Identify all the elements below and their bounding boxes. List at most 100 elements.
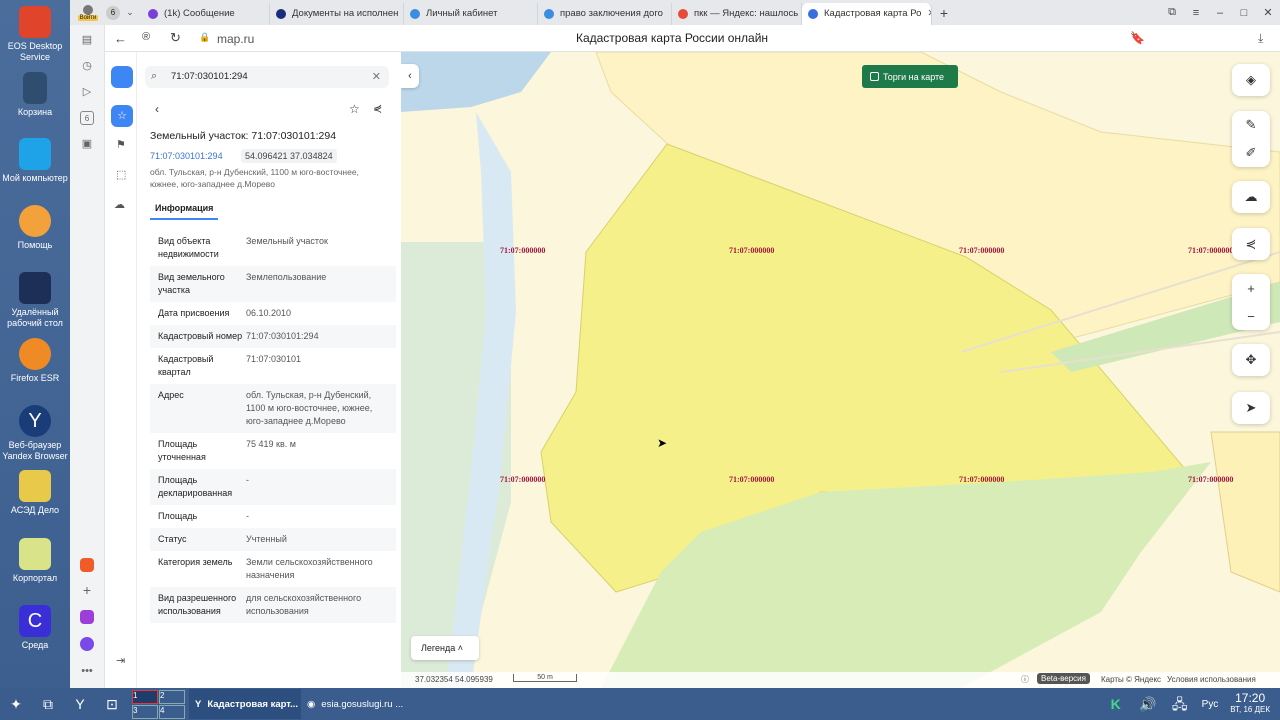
close-window-button[interactable]: ✕ bbox=[1256, 6, 1280, 19]
select-area-icon[interactable]: ⬚ bbox=[116, 168, 126, 181]
reload-icon[interactable]: ↻ bbox=[170, 30, 181, 46]
desktop-icon-delo[interactable]: АСЭД Дело bbox=[0, 470, 70, 516]
scale-bar: 50 m bbox=[513, 674, 577, 682]
protect-icon[interactable]: ® bbox=[142, 31, 150, 43]
desktop-icon-remote[interactable]: Удалённый рабочий стол bbox=[0, 272, 70, 329]
sidebar-music-icon[interactable] bbox=[80, 610, 94, 624]
desktop-icon-computer[interactable]: Мой компьютер bbox=[0, 138, 70, 184]
pencil-icon[interactable]: ✎ bbox=[1246, 117, 1257, 133]
kaspersky-icon[interactable]: K bbox=[1104, 692, 1128, 716]
flag-icon[interactable]: ⚑ bbox=[116, 138, 126, 151]
windows-icon[interactable]: ⧉ bbox=[36, 692, 60, 716]
clear-search-icon[interactable]: ✕ bbox=[372, 70, 381, 83]
tab-documents[interactable]: Документы на исполнен bbox=[270, 2, 404, 25]
cursor-coords: 37.032354 54.095939 bbox=[415, 675, 493, 684]
upload-button[interactable]: ☁ bbox=[1232, 181, 1270, 213]
layers-button[interactable]: ◈ bbox=[1232, 64, 1270, 96]
page-title: Кадастровая карта России онлайн bbox=[575, 31, 769, 45]
draw-tools[interactable]: ✎ ✐ bbox=[1232, 111, 1270, 167]
chevron-up-icon: ˄ bbox=[457, 643, 464, 653]
favorites-icon[interactable]: ☆ bbox=[111, 105, 133, 127]
back-icon[interactable]: ← bbox=[114, 31, 127, 46]
yandex-taskbar-icon[interactable]: Y bbox=[68, 692, 92, 716]
search-box[interactable]: ⌕ 71:07:030101:294 ✕ bbox=[145, 66, 389, 88]
taskbar-window-cadastre[interactable]: Y Кадастровая карт... bbox=[189, 689, 301, 719]
auction-toggle[interactable]: Торги на карте bbox=[862, 65, 958, 88]
tab-cabinet[interactable]: Личный кабинет bbox=[404, 2, 538, 25]
back-arrow-icon[interactable]: ‹ bbox=[155, 102, 159, 116]
download-icon[interactable]: ⤓ bbox=[1258, 31, 1263, 46]
info-icon[interactable]: ⓘ bbox=[1021, 674, 1029, 685]
desktop-icon-help[interactable]: Помощь bbox=[0, 205, 70, 251]
locate-button[interactable]: ➤ bbox=[1232, 392, 1270, 424]
tab-rights[interactable]: право заключения дого bbox=[538, 2, 672, 25]
sidebar-doc-icon[interactable]: ▤ bbox=[80, 33, 94, 47]
tab-yandex-search[interactable]: пкк — Яндекс: нашлось bbox=[672, 2, 802, 25]
network-icon[interactable]: 🖧 bbox=[1168, 692, 1192, 716]
new-tab-button[interactable]: + bbox=[932, 5, 956, 21]
checkbox-icon[interactable] bbox=[870, 72, 879, 81]
sidebar-clock-icon[interactable]: ◷ bbox=[80, 59, 94, 73]
sidebar-badge-icon[interactable]: 6 bbox=[80, 111, 94, 125]
share-map-button[interactable]: ⋞ bbox=[1232, 228, 1270, 260]
edit-icon[interactable]: ✐ bbox=[1246, 145, 1257, 161]
workspace-switcher[interactable]: 1 2 3 4 bbox=[132, 689, 185, 719]
zoom-in-icon[interactable]: + bbox=[1247, 281, 1255, 296]
desktop-icon-sreda[interactable]: C Среда bbox=[0, 605, 70, 651]
sidebar-play-icon[interactable]: ▷ bbox=[80, 85, 94, 99]
menu-icon[interactable]: ≡ bbox=[1184, 7, 1208, 19]
sidebar-image-icon[interactable]: ▣ bbox=[80, 137, 94, 151]
sidebar-app-icon[interactable] bbox=[80, 558, 94, 572]
coords-chip[interactable]: 54.096421 37.034824 bbox=[241, 149, 337, 163]
tabs-dropdown-icon[interactable]: ⌄ bbox=[122, 7, 138, 18]
quarter-label: 71:07:000000 bbox=[1188, 246, 1234, 255]
lock-icon: 🔒 bbox=[199, 32, 211, 42]
tab-cadastre[interactable]: Кадастровая карта Ро✕ bbox=[802, 2, 932, 25]
bookmarks-icon[interactable]: ⧉ bbox=[1160, 6, 1184, 19]
cloud-icon[interactable]: ☁ bbox=[114, 198, 125, 211]
profile-button[interactable]: Войти bbox=[70, 0, 106, 25]
browser-sidebar: ▤ ◷ ▷ 6 ▣ + ••• bbox=[70, 25, 105, 688]
attribute-row: Вид объекта недвижимости Земельный участо… bbox=[150, 230, 396, 266]
desktop-icon-eos[interactable]: EOS Desktop Service bbox=[0, 6, 70, 63]
search-input[interactable]: 71:07:030101:294 bbox=[171, 71, 248, 82]
taskbar-window-esia[interactable]: ◉ esia.gosuslugi.ru ... bbox=[301, 689, 413, 719]
collapse-panel-button[interactable]: ‹ bbox=[401, 64, 419, 88]
minimize-button[interactable]: – bbox=[1208, 7, 1232, 19]
language-indicator[interactable]: Рус bbox=[1202, 699, 1219, 710]
app-logo-icon[interactable] bbox=[111, 66, 133, 88]
bookmark-icon[interactable]: 🔖 bbox=[1130, 31, 1145, 45]
sidebar-alice-icon[interactable] bbox=[80, 637, 94, 651]
cabinet-icon bbox=[410, 8, 420, 19]
desktop-icon-firefox[interactable]: Firefox ESR bbox=[0, 338, 70, 384]
tab-count-badge[interactable]: 6 bbox=[106, 5, 120, 20]
tab-message[interactable]: (1k) Сообщение bbox=[142, 2, 270, 25]
star-icon[interactable]: ☆ bbox=[349, 102, 360, 116]
attribute-row: Площадь - bbox=[150, 505, 396, 528]
screenshot-icon[interactable]: ⊡ bbox=[100, 692, 124, 716]
desktop-icon-portal[interactable]: Корпортал bbox=[0, 538, 70, 584]
pan-button[interactable]: ✥ bbox=[1232, 344, 1270, 376]
share-icon[interactable]: ⋞ bbox=[373, 102, 382, 115]
logout-icon[interactable]: ⇥ bbox=[116, 654, 125, 667]
zoom-out-icon[interactable]: − bbox=[1247, 309, 1255, 324]
legend-button[interactable]: Легенда ˄ bbox=[411, 636, 479, 660]
map-canvas[interactable]: 71:07:000000 71:07:000000 71:07:000000 7… bbox=[401, 52, 1280, 688]
sidebar-add-icon[interactable]: + bbox=[80, 583, 94, 597]
terms-link[interactable]: Условия использования bbox=[1167, 675, 1256, 684]
url-field[interactable]: map.ru bbox=[217, 32, 254, 46]
desktop-icon-yandex[interactable]: Y Веб-браузер Yandex Browser bbox=[0, 405, 70, 462]
volume-icon[interactable]: 🔊 bbox=[1136, 692, 1160, 716]
attribute-key: Статус bbox=[158, 534, 187, 544]
start-menu-icon[interactable]: ✦ bbox=[4, 692, 28, 716]
clock[interactable]: 17:20 ВТ, 16 ДЕК bbox=[1230, 692, 1270, 715]
desktop-icon-trash[interactable]: Корзина bbox=[0, 72, 70, 118]
tab-information[interactable]: Информация bbox=[150, 201, 219, 220]
cad-number-link[interactable]: 71:07:030101:294 bbox=[150, 151, 223, 161]
quarter-label: 71:07:000000 bbox=[729, 246, 775, 255]
sidebar-more-icon[interactable]: ••• bbox=[80, 664, 94, 678]
beta-badge: Beta-версия bbox=[1037, 673, 1090, 684]
zoom-control[interactable]: + − bbox=[1232, 274, 1270, 330]
maximize-button[interactable]: □ bbox=[1232, 7, 1256, 19]
docs-icon bbox=[276, 8, 286, 19]
